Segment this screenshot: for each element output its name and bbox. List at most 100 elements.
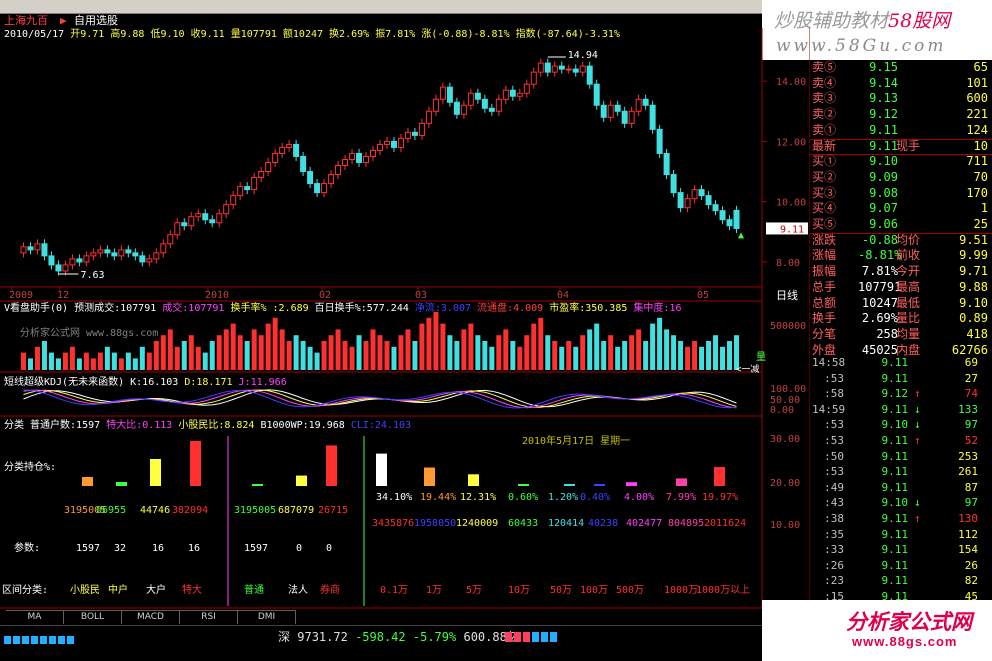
- status-block: [523, 632, 530, 642]
- hold-g1-name: 大户: [146, 585, 166, 596]
- vol-syl-label: 市盈率:350.385: [549, 303, 628, 314]
- quote-value: 221: [966, 107, 988, 122]
- quote-label: 卖④: [812, 75, 837, 90]
- volume-bar: [125, 352, 131, 370]
- quote-sell-row: 卖② 9.12 221: [810, 107, 992, 123]
- status-block: [40, 636, 47, 644]
- volume-bar: [538, 317, 544, 370]
- quote-sell-row: 卖① 9.11 124: [810, 123, 992, 139]
- candle-body: [691, 189, 698, 200]
- quote-price: 9.12: [869, 107, 898, 122]
- volume-bar: [468, 323, 474, 370]
- quote-price: -0.88: [861, 232, 898, 247]
- volume-bar: [314, 352, 320, 370]
- quote-sell-row: 卖⑤ 9.15 65: [810, 60, 992, 76]
- hold-g1-name: 小股民: [70, 585, 100, 596]
- hold-g3-pct: 7.99%: [666, 492, 697, 503]
- tick-price: 9.11: [881, 465, 909, 479]
- volume-bar: [685, 346, 691, 370]
- volume-bar: [62, 352, 68, 370]
- volume-bar: [335, 329, 341, 370]
- tick-time: :26: [824, 558, 844, 572]
- tick-vol: 261: [958, 465, 978, 479]
- candle-body: [523, 83, 530, 94]
- vol-bh-label: 百日换手%:577.244: [314, 303, 409, 314]
- tick-time: :33: [824, 543, 844, 557]
- hold-g2-val: 26715: [318, 505, 349, 516]
- volume-bar: [433, 312, 439, 370]
- quote-last-row: 最新 9.11 现手 10: [810, 139, 992, 155]
- volume-bar: [650, 323, 656, 370]
- quote-price: 9.11: [869, 138, 898, 153]
- vol-jzd-label: 集中度:16: [633, 303, 682, 314]
- tick-list[interactable]: 14:58 9.11 69:53 9.11 27:58 9.12 ↑ 74 14:59 9.11 ↓…: [810, 355, 992, 605]
- volume-bar: [76, 358, 82, 370]
- tab-macd[interactable]: MACD: [122, 610, 180, 624]
- low-marker-label: 7.63: [80, 270, 104, 281]
- candle-body: [474, 92, 481, 100]
- quote-price: 7.81%: [861, 264, 898, 279]
- hold-g3-name: 100万: [580, 585, 609, 596]
- candle-body: [467, 92, 474, 106]
- volume-bar: [307, 346, 313, 370]
- hold-g3-val: 3435876: [372, 518, 415, 529]
- quote-value: 170: [966, 185, 988, 200]
- volume-bar: [440, 323, 446, 370]
- candle-body: [628, 110, 635, 124]
- tick-time: :53: [824, 371, 844, 385]
- volume-bar: [545, 335, 551, 370]
- tick-row: :53 9.11 261: [810, 464, 992, 480]
- volume-bar: [727, 341, 733, 370]
- quote-price: 9.13: [869, 91, 898, 106]
- tab-boll[interactable]: BOLL: [64, 610, 122, 624]
- volume-bar: [594, 323, 600, 370]
- tick-arrow: ↓: [914, 418, 921, 432]
- tick-row: 14:59 9.11 ↓ 133: [810, 402, 992, 418]
- tick-vol: 133: [958, 402, 978, 416]
- hold-g1-name: 中户: [108, 585, 128, 596]
- hold-g3-name: 5万: [466, 585, 483, 596]
- volume-bar: [90, 358, 96, 370]
- candle-body: [55, 264, 62, 272]
- hold-bar-g1: [190, 441, 201, 486]
- tab-ma[interactable]: MA: [6, 610, 64, 624]
- quote-value: 9.51: [959, 232, 988, 247]
- quote-value: 25: [973, 217, 988, 231]
- hold-bar-g3: [564, 484, 575, 486]
- candle-body: [139, 255, 146, 263]
- tick-arrow: ↑: [914, 387, 921, 401]
- volume-bar: [503, 329, 509, 370]
- quote-stat-row: 换手 2.69% 量比 0.89: [810, 311, 992, 327]
- quote-label2: 均量: [896, 326, 921, 341]
- candle-body: [230, 195, 237, 206]
- quote-stat-row: 振幅 7.81% 今开 9.71: [810, 264, 992, 280]
- tick-vol: 26: [964, 558, 978, 572]
- candle-body: [76, 258, 83, 263]
- vol-indicator-title: V看盘助手(0) 预测成交:107791: [4, 303, 157, 314]
- bottom-scroll[interactable]: [0, 645, 762, 661]
- candle-body: [530, 71, 537, 85]
- x-tick-label: 02: [319, 290, 331, 301]
- tab-dmi[interactable]: DMI: [238, 610, 296, 624]
- volume-bar: [97, 352, 103, 370]
- volume-bar: [720, 346, 726, 370]
- hold-y-tick: 10.00: [770, 520, 800, 531]
- volume-bar: [517, 346, 523, 370]
- tick-price: 9.10: [881, 496, 909, 510]
- tick-vol: 154: [958, 543, 978, 557]
- hold-g3-val: 120414: [548, 518, 585, 529]
- candle-body: [390, 140, 397, 148]
- candle-body: [34, 243, 41, 251]
- quote-label: 总额: [812, 295, 837, 310]
- hold-g3-val: 1240009: [456, 518, 499, 529]
- candle-body: [223, 204, 230, 215]
- tick-arrow: ↑: [914, 434, 921, 447]
- volume-bar: [244, 341, 250, 370]
- hold-other: CLI:24.103: [350, 420, 412, 431]
- tab-rsi[interactable]: RSI: [180, 610, 238, 624]
- quote-price: 9.09: [869, 169, 898, 184]
- hold-g3-val: 804895: [668, 518, 705, 529]
- quote-price: -8.81%: [858, 248, 902, 263]
- candle-body: [328, 174, 335, 185]
- vol-lt-label: 流通盘:4.009: [477, 303, 544, 314]
